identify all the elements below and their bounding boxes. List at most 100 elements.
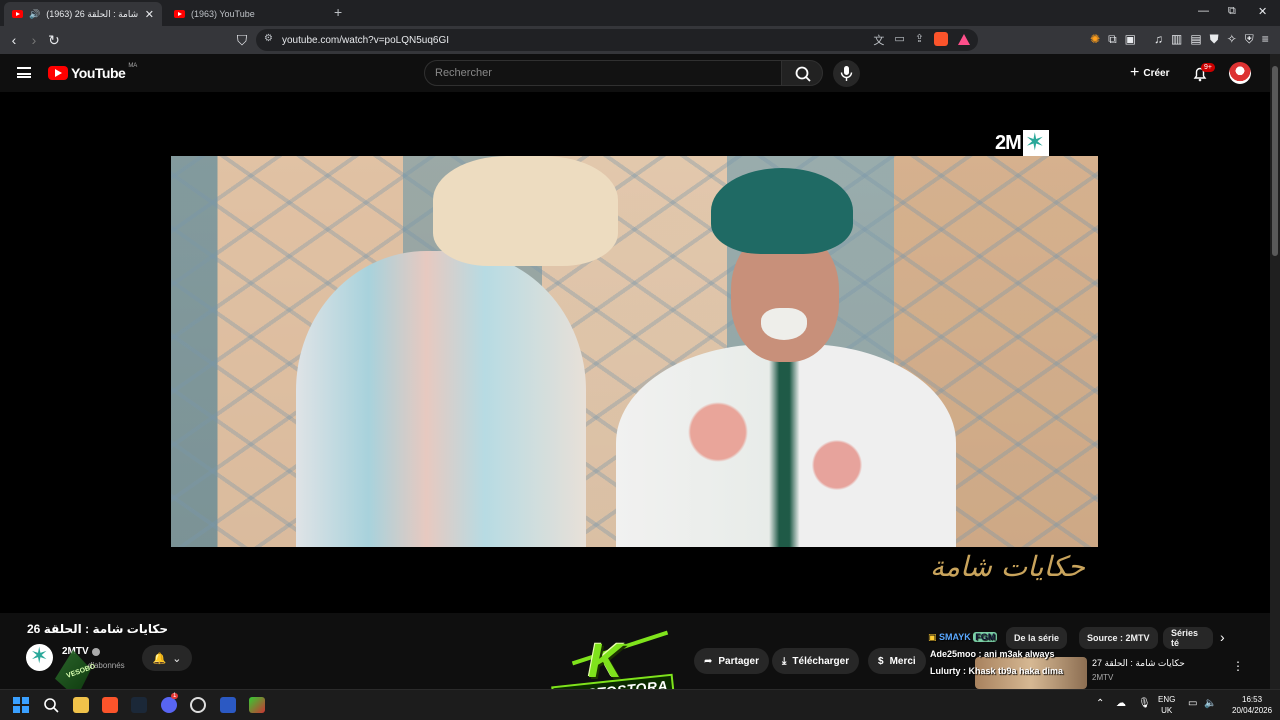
chip-source[interactable]: Source : 2MTV (1079, 627, 1158, 649)
puzzle-icon[interactable]: ⧉ (1108, 32, 1117, 47)
watermark-text: 2M (995, 131, 1022, 154)
discord-icon[interactable] (161, 697, 177, 713)
bookmark-icon[interactable]: ⛉ (232, 30, 252, 50)
volume-icon[interactable]: 🔈 (1204, 698, 1216, 709)
minimize-button[interactable]: — (1198, 5, 1209, 17)
verified-icon (91, 647, 100, 656)
chevron-up-icon[interactable]: ⌃ (1096, 698, 1104, 709)
notification-count-badge: 9+ (1201, 63, 1215, 72)
steam-icon[interactable] (131, 697, 147, 713)
windows-start-icon[interactable] (13, 697, 29, 713)
2m-star-icon (1022, 128, 1049, 157)
chat-badge: FGM (973, 632, 998, 642)
page-scrollbar[interactable] (1270, 54, 1280, 689)
voice-search-button[interactable] (833, 60, 860, 87)
tab-close-icon[interactable]: ✕ (145, 8, 154, 21)
recommendation-title[interactable]: حكايات شامة : الحلقة 27 (1092, 658, 1185, 669)
chat-message: ani m3ak always (984, 649, 1055, 659)
brave-shields-icon[interactable] (934, 32, 948, 46)
account-avatar[interactable] (1229, 62, 1251, 84)
download-button[interactable]: ⤓ Télécharger (772, 648, 860, 674)
recommendation-channel[interactable]: 2MTV (1092, 673, 1113, 682)
search-input[interactable]: Rechercher (424, 60, 782, 86)
tab-active[interactable]: 🔊 (1963) حكايات شامة : الحلقة 26 ✕ (4, 2, 162, 26)
chip-label: Source : 2MTV (1087, 633, 1150, 643)
subscribed-bell-button[interactable]: 🔔 ⌄ (142, 645, 192, 671)
leo-ai-icon[interactable]: ✧ (1227, 32, 1237, 47)
chat-username: SMAYK (939, 632, 971, 642)
video-title: حكايات شامة : الحلقة 26 (27, 622, 168, 636)
channel-watermark: 2M (995, 128, 1049, 157)
youtube-play-icon (48, 66, 68, 80)
share-icon[interactable]: ⇪ (915, 32, 924, 48)
clock[interactable]: 16:53 20/04/2026 (1232, 694, 1272, 716)
share-button[interactable]: ➦ Partager (694, 648, 769, 674)
video-frame (171, 156, 1098, 547)
screenshot-icon[interactable]: ▣ (1125, 32, 1136, 47)
thanks-icon: $ (878, 655, 884, 667)
brave-rewards-icon[interactable] (958, 34, 970, 45)
ea-app-icon[interactable] (220, 697, 236, 713)
search-icon (795, 66, 811, 82)
youtube-header: YouTube MA Rechercher + Créer 9+ (0, 54, 1270, 92)
video-player[interactable]: 2M حكايات شامة (0, 92, 1270, 613)
obs-icon[interactable] (190, 697, 206, 713)
extension-icon[interactable]: ✺ (1090, 32, 1100, 47)
address-bar[interactable]: ⚙ youtube.com/watch?v=poLQN5uq6GI 文 ▭ ⇪ (256, 29, 978, 51)
scrollbar-thumb[interactable] (1272, 66, 1278, 256)
chat-username: Ade25moo (930, 649, 977, 659)
tab-inactive[interactable]: (1963) YouTube (166, 2, 326, 26)
new-tab-button[interactable]: + (334, 4, 342, 20)
menu-icon[interactable]: ≡ (1262, 32, 1269, 47)
search-button[interactable] (781, 60, 823, 86)
site-info-icon[interactable]: ⚙ (264, 33, 273, 44)
bell-icon: 🔔 (152, 652, 167, 665)
network-icon[interactable]: ▭ (1188, 698, 1197, 709)
chip-series[interactable]: De la série (1006, 627, 1068, 649)
tab-title: (1963) حكايات شامة : الحلقة 26 (46, 8, 139, 19)
search-icon[interactable] (43, 697, 59, 713)
left-figure (296, 251, 586, 547)
file-explorer-icon[interactable] (73, 697, 89, 713)
extensions-bar: ✺ ⧉ ▣ ♫ ▥ ▤ ⛊ ✧ ⛨ ≡ (1090, 32, 1269, 47)
wallet-icon[interactable]: ▤ (1190, 32, 1201, 47)
speaker-icon[interactable]: 🔊 (29, 9, 40, 20)
translate-icon[interactable]: 文 (873, 32, 884, 48)
thanks-label: Merci (889, 655, 916, 667)
chevron-down-icon: ⌄ (172, 652, 182, 665)
onedrive-icon[interactable]: ☁ (1116, 698, 1126, 709)
forward-icon[interactable]: › (24, 30, 44, 50)
restore-button[interactable]: ⧉ (1228, 5, 1236, 18)
channel-avatar[interactable] (26, 643, 53, 671)
close-window-button[interactable]: ✕ (1258, 5, 1267, 18)
vpn-icon[interactable]: ⛊ (1210, 32, 1219, 47)
reload-icon[interactable]: ↻ (44, 30, 64, 50)
thanks-button[interactable]: $ Merci (868, 648, 926, 674)
app-icon[interactable] (249, 697, 265, 713)
chip-tv-series[interactable]: Séries té (1163, 627, 1213, 649)
language-indicator[interactable]: ENG UK (1158, 694, 1175, 716)
shield-icon[interactable]: ⛨ (1245, 32, 1254, 47)
cast-icon[interactable]: ▭ (894, 32, 904, 48)
browser-toolbar: ‹ › ↻ ⛉ ⚙ youtube.com/watch?v=poLQN5uq6G… (0, 26, 1280, 54)
clock-time: 16:53 (1242, 695, 1263, 704)
music-icon[interactable]: ♫ (1154, 32, 1163, 47)
create-button[interactable]: + Créer (1124, 62, 1175, 84)
chat-username: Lulurty (930, 666, 961, 676)
country-code: MA (128, 63, 138, 69)
left-figure-turban (433, 156, 618, 266)
chat-line: ▣ SMAYK FGM (928, 632, 998, 643)
more-options-icon[interactable]: ⋮ (1232, 659, 1244, 673)
youtube-wordmark: YouTube (71, 65, 126, 81)
chat-line: Ade25moo : ani m3ak always (930, 649, 1055, 659)
microphone-icon[interactable]: 🎙 (1138, 698, 1151, 709)
discord-badge: 1 (171, 693, 179, 699)
youtube-logo[interactable]: YouTube MA (48, 63, 138, 81)
browser-tab-strip: 🔊 (1963) حكايات شامة : الحلقة 26 ✕ (1963… (0, 0, 1280, 26)
hamburger-menu-icon[interactable] (17, 67, 31, 78)
back-icon[interactable]: ‹ (4, 30, 24, 50)
channel-name[interactable]: 2MTV (62, 646, 100, 657)
brave-browser-icon[interactable] (102, 697, 118, 713)
sidebar-icon[interactable]: ▥ (1171, 32, 1182, 47)
chevron-right-icon[interactable]: › (1220, 629, 1225, 645)
